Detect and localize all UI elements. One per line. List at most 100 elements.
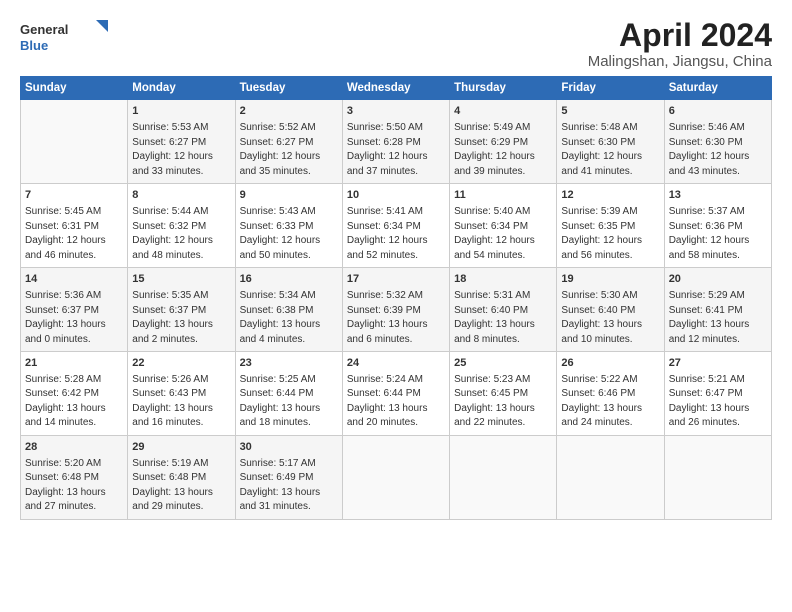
day-number: 7	[25, 188, 123, 204]
day-number: 18	[454, 272, 552, 288]
calendar-cell: 3Sunrise: 5:50 AMSunset: 6:28 PMDaylight…	[342, 100, 449, 184]
cell-text: Sunset: 6:34 PM	[454, 221, 528, 232]
calendar-cell: 19 Sunrise: 5:30 AM Sunset: 6:40 PM Dayligh…	[557, 268, 664, 352]
calendar-cell	[664, 435, 771, 519]
day-number: 19	[561, 272, 659, 288]
col-header-wednesday: Wednesday	[342, 77, 449, 100]
calendar-cell: 15Sunrise: 5:35 AMSunset: 6:37 PMDayligh…	[128, 268, 235, 352]
main-title: April 2024	[588, 18, 772, 53]
cell-text: Daylight: 12 hours	[669, 151, 750, 162]
calendar-cell: 6 Sunrise: 5:46 AM Sunset: 6:30 PM Daylight…	[664, 100, 771, 184]
cell-text: Sunrise: 5:30 AM	[561, 290, 637, 301]
cell-text: Sunrise: 5:44 AM	[132, 206, 208, 217]
cell-text: Sunset: 6:42 PM	[25, 388, 99, 399]
subtitle: Malingshan, Jiangsu, China	[588, 53, 772, 70]
cell-text: Daylight: 13 hours	[240, 319, 321, 330]
cell-text: and 58 minutes.	[669, 250, 740, 261]
calendar-cell	[557, 435, 664, 519]
cell-text: and 26 minutes.	[669, 417, 740, 428]
cell-text: Sunset: 6:33 PM	[240, 221, 314, 232]
calendar-cell: 14Sunrise: 5:36 AMSunset: 6:37 PMDayligh…	[21, 268, 128, 352]
day-number: 4	[454, 104, 552, 120]
cell-text: Sunset: 6:27 PM	[132, 137, 206, 148]
day-number: 29	[132, 440, 230, 456]
cell-text: Sunset: 6:48 PM	[132, 472, 206, 483]
cell-text: Daylight: 12 hours	[240, 151, 321, 162]
cell-text: Sunrise: 5:34 AM	[240, 290, 316, 301]
cell-text: Daylight: 12 hours	[132, 151, 213, 162]
svg-text:Blue: Blue	[20, 38, 48, 53]
day-number: 21	[25, 356, 123, 372]
cell-text: Sunset: 6:45 PM	[454, 388, 528, 399]
calendar-cell: 30Sunrise: 5:17 AMSunset: 6:49 PMDayligh…	[235, 435, 342, 519]
calendar-cell: 25Sunrise: 5:23 AMSunset: 6:45 PMDayligh…	[450, 352, 557, 436]
calendar-cell: 13Sunrise: 5:37 AMSunset: 6:36 PMDayligh…	[664, 184, 771, 268]
cell-text: Sunset: 6:40 PM	[561, 305, 635, 316]
col-header-friday: Friday	[557, 77, 664, 100]
cell-text: Daylight: 13 hours	[132, 403, 213, 414]
cell-text: Daylight: 12 hours	[25, 235, 106, 246]
calendar-cell: 12Sunrise: 5:39 AMSunset: 6:35 PMDayligh…	[557, 184, 664, 268]
cell-text: Daylight: 13 hours	[561, 319, 642, 330]
cell-text: and 43 minutes.	[669, 166, 740, 177]
cell-text: Daylight: 13 hours	[25, 487, 106, 498]
calendar-cell: 10Sunrise: 5:41 AMSunset: 6:34 PMDayligh…	[342, 184, 449, 268]
cell-text: Sunset: 6:49 PM	[240, 472, 314, 483]
cell-text: and 29 minutes.	[132, 501, 203, 512]
calendar-cell: 27Sunrise: 5:21 AMSunset: 6:47 PMDayligh…	[664, 352, 771, 436]
cell-text: Sunset: 6:37 PM	[132, 305, 206, 316]
cell-text: and 24 minutes.	[561, 417, 632, 428]
cell-text: and 48 minutes.	[132, 250, 203, 261]
day-number: 26	[561, 356, 659, 372]
day-number: 6	[669, 104, 767, 120]
cell-text: Daylight: 13 hours	[240, 487, 321, 498]
cell-text: and 52 minutes.	[347, 250, 418, 261]
cell-text: Sunset: 6:30 PM	[669, 137, 743, 148]
calendar-page: General Blue April 2024 Malingshan, Jian…	[0, 0, 792, 530]
calendar-cell: 2Sunrise: 5:52 AMSunset: 6:27 PMDaylight…	[235, 100, 342, 184]
cell-text: Sunrise: 5:32 AM	[347, 290, 423, 301]
cell-text: and 31 minutes.	[240, 501, 311, 512]
cell-text: Sunset: 6:31 PM	[25, 221, 99, 232]
calendar-cell: 24Sunrise: 5:24 AMSunset: 6:44 PMDayligh…	[342, 352, 449, 436]
cell-text: Sunrise: 5:19 AM	[132, 458, 208, 469]
calendar-cell: 8Sunrise: 5:44 AMSunset: 6:32 PMDaylight…	[128, 184, 235, 268]
cell-text: Sunset: 6:35 PM	[561, 221, 635, 232]
cell-text: Sunrise: 5:31 AM	[454, 290, 530, 301]
cell-text: Sunrise: 5:49 AM	[454, 122, 530, 133]
title-block: April 2024 Malingshan, Jiangsu, China	[588, 18, 772, 70]
cell-text: and 27 minutes.	[25, 501, 96, 512]
cell-text: and 35 minutes.	[240, 166, 311, 177]
cell-text: Sunrise: 5:39 AM	[561, 206, 637, 217]
col-header-tuesday: Tuesday	[235, 77, 342, 100]
cell-text: Sunrise: 5:40 AM	[454, 206, 530, 217]
col-header-sunday: Sunday	[21, 77, 128, 100]
cell-text: Sunset: 6:40 PM	[454, 305, 528, 316]
cell-text: Sunrise: 5:35 AM	[132, 290, 208, 301]
cell-text: Sunset: 6:38 PM	[240, 305, 314, 316]
cell-text: Daylight: 13 hours	[240, 403, 321, 414]
svg-text:General: General	[20, 22, 68, 37]
week-row-5: 28Sunrise: 5:20 AMSunset: 6:48 PMDayligh…	[21, 435, 772, 519]
col-header-thursday: Thursday	[450, 77, 557, 100]
cell-text: Sunrise: 5:43 AM	[240, 206, 316, 217]
cell-text: Daylight: 12 hours	[561, 235, 642, 246]
day-number: 23	[240, 356, 338, 372]
cell-text: Sunset: 6:27 PM	[240, 137, 314, 148]
day-number: 5	[561, 104, 659, 120]
cell-text: Daylight: 13 hours	[561, 403, 642, 414]
cell-text: Sunrise: 5:24 AM	[347, 374, 423, 385]
calendar-cell: 23Sunrise: 5:25 AMSunset: 6:44 PMDayligh…	[235, 352, 342, 436]
cell-text: Sunrise: 5:46 AM	[669, 122, 745, 133]
cell-text: Sunset: 6:44 PM	[240, 388, 314, 399]
day-number: 13	[669, 188, 767, 204]
cell-text: and 16 minutes.	[132, 417, 203, 428]
cell-text: and 2 minutes.	[132, 334, 198, 345]
cell-text: Sunrise: 5:36 AM	[25, 290, 101, 301]
header: General Blue April 2024 Malingshan, Jian…	[20, 18, 772, 70]
cell-text: Sunset: 6:46 PM	[561, 388, 635, 399]
week-row-1: 1Sunrise: 5:53 AMSunset: 6:27 PMDaylight…	[21, 100, 772, 184]
day-number: 27	[669, 356, 767, 372]
cell-text: Sunrise: 5:37 AM	[669, 206, 745, 217]
calendar-cell: 9Sunrise: 5:43 AMSunset: 6:33 PMDaylight…	[235, 184, 342, 268]
